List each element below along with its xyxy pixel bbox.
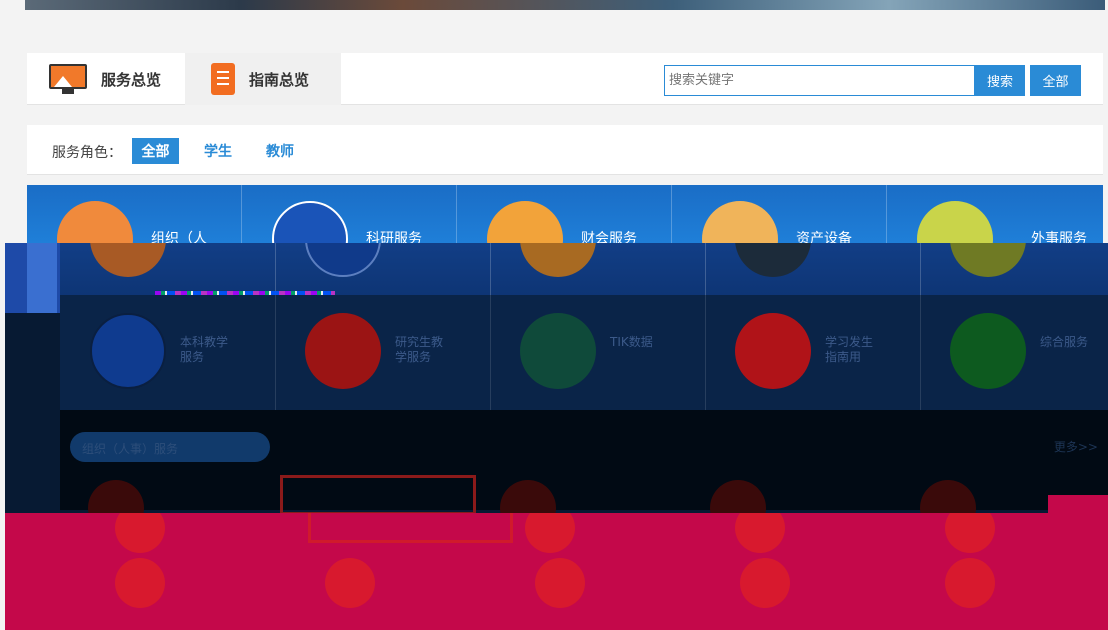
service-tile-personnel[interactable]: 组织（人事）服务: [27, 185, 242, 243]
service-label: 外事服务: [1031, 231, 1087, 243]
chart-icon[interactable]: [520, 313, 596, 389]
top-banner-image: [25, 0, 1105, 10]
service-tile-foreign[interactable]: 外事服务: [887, 185, 1102, 243]
research-icon: [272, 201, 348, 243]
item-icon: [525, 513, 575, 553]
chat-icon: [950, 243, 1026, 277]
equipment-icon: [735, 243, 811, 277]
item-icon: [945, 558, 995, 608]
glitch-strip: [1048, 495, 1108, 513]
service-tile-finance[interactable]: 财会服务: [457, 185, 672, 243]
role-option-student[interactable]: 学生: [204, 138, 232, 164]
service-tile-assets[interactable]: 资产设备服务: [672, 185, 887, 243]
service-label: 研究生教 学服务: [395, 335, 444, 364]
graduation-cap-icon[interactable]: [950, 313, 1026, 389]
tab-service-overview[interactable]: 服务总览: [27, 53, 185, 105]
divider: [920, 295, 921, 410]
chat-icon: [917, 201, 993, 243]
service-label: 学习发生 指南用: [825, 335, 874, 364]
item-icon: [88, 480, 144, 513]
item-icon: [535, 558, 585, 608]
service-label: 本科教学 服务: [180, 335, 229, 364]
item-icon: [500, 480, 556, 513]
service-label: 科研服务: [366, 231, 422, 243]
search-button[interactable]: 搜索: [975, 65, 1025, 96]
item-icon: [920, 480, 976, 513]
item-icon: [735, 513, 785, 553]
divider: [490, 295, 491, 410]
item-icon: [115, 513, 165, 553]
item-icon: [325, 558, 375, 608]
graduate-icon[interactable]: [305, 313, 381, 389]
person-icon: [90, 243, 166, 277]
teaching-icon[interactable]: [90, 313, 166, 389]
highlight-frame: [280, 475, 476, 513]
service-label: TIK数据: [610, 335, 653, 349]
section-personnel: 组织（人事）服务 更多>>: [60, 410, 1108, 513]
service-row1-continued: [60, 243, 1108, 295]
person-icon: [57, 201, 133, 243]
corrupted-region: [5, 513, 1108, 630]
more-link[interactable]: 更多>>: [1054, 438, 1098, 455]
equipment-icon: [702, 201, 778, 243]
tab-label: 指南总览: [249, 70, 310, 89]
section-title: 组织（人事）服务: [70, 432, 270, 462]
research-icon: [305, 243, 381, 277]
role-option-all[interactable]: 全部: [132, 138, 179, 164]
service-grid: 组织（人事）服务 科研服务 财会服务 资产设备服务 外事服务: [27, 185, 1103, 243]
yuan-icon: [487, 201, 563, 243]
item-icon: [945, 513, 995, 553]
service-label: 组织（人事）服务: [151, 231, 207, 243]
role-option-teacher[interactable]: 教师: [266, 138, 294, 164]
search-input[interactable]: [664, 65, 975, 96]
divider: [490, 243, 491, 295]
notebook-icon: [211, 63, 235, 95]
divider: [275, 295, 276, 410]
divider: [705, 243, 706, 295]
item-icon: [115, 558, 165, 608]
item-icon: [740, 558, 790, 608]
divider: [705, 295, 706, 410]
service-label: 财会服务: [581, 231, 637, 243]
service-label: 资产设备服务: [796, 231, 852, 243]
item-icon: [710, 480, 766, 513]
corrupted-region: 本科教学 服务 研究生教 学服务 TIK数据 学习发生 指南用 综合服务 组织（人事）…: [5, 243, 1108, 513]
study-icon[interactable]: [735, 313, 811, 389]
service-label: 综合服务: [1040, 335, 1089, 349]
divider: [275, 243, 276, 295]
service-tile-research[interactable]: 科研服务: [242, 185, 457, 243]
role-filter-bar: 服务角色： 全部 学生 教师: [27, 125, 1103, 175]
all-button[interactable]: 全部: [1030, 65, 1081, 96]
monitor-icon: [49, 64, 87, 94]
tab-label: 服务总览: [101, 70, 162, 89]
role-label: 服务角色：: [52, 145, 122, 161]
glitch-strip: [27, 243, 57, 313]
service-row2: 本科教学 服务 研究生教 学服务 TIK数据 学习发生 指南用 综合服务: [60, 295, 1108, 410]
tab-guide-overview[interactable]: 指南总览: [185, 53, 341, 105]
divider: [920, 243, 921, 295]
highlight-frame: [308, 513, 513, 543]
yuan-icon: [520, 243, 596, 277]
